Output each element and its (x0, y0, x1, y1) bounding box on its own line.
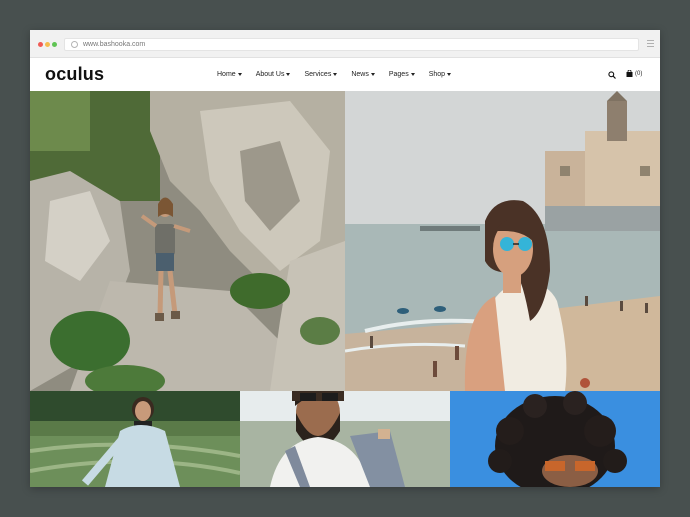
curly-hair-photo-image (450, 391, 660, 487)
browser-toolbar: www.bashooka.com (30, 30, 660, 58)
nav-label: Shop (428, 71, 446, 78)
maximize-window-dot[interactable] (52, 42, 57, 47)
site-info-icon (71, 41, 78, 48)
nav-label: Pages (388, 71, 409, 78)
nav-label: News (351, 71, 369, 78)
browser-window: www.bashooka.com oculus Home About Us Se… (30, 30, 660, 487)
caret-down-icon (410, 73, 415, 76)
nav-label: Services (304, 71, 332, 78)
main-nav: Home About Us Services News Pages Shop (217, 70, 465, 79)
beach-photo-image (345, 91, 660, 391)
nav-item-pages[interactable]: Pages (389, 70, 415, 79)
nav-item-services[interactable]: Services (304, 70, 338, 79)
url-text: www.bashooka.com (83, 41, 146, 48)
address-bar[interactable]: www.bashooka.com (64, 38, 639, 51)
minimize-window-dot[interactable] (45, 42, 50, 47)
cart-button[interactable]: (0) (626, 70, 642, 77)
photo-hiker[interactable] (30, 91, 345, 391)
nav-item-home[interactable]: Home (217, 70, 242, 79)
photo-curly-hair[interactable] (450, 391, 660, 487)
close-window-dot[interactable] (38, 42, 43, 47)
photo-field-woman[interactable] (30, 391, 240, 487)
man-photo-image (240, 391, 450, 487)
site-logo[interactable]: oculus (45, 64, 104, 84)
nav-item-about-us[interactable]: About Us (256, 70, 291, 79)
nav-label: Home (217, 71, 236, 78)
caret-down-icon (447, 73, 452, 76)
nav-label: About Us (255, 71, 285, 78)
nav-item-news[interactable]: News (351, 70, 375, 79)
browser-menu-icon[interactable] (647, 40, 654, 47)
nav-item-shop[interactable]: Shop (428, 70, 452, 79)
hiker-photo-image (30, 91, 345, 391)
caret-down-icon (237, 73, 242, 76)
photo-beach-portrait[interactable] (345, 91, 660, 391)
cart-count: (0) (635, 70, 643, 77)
search-icon[interactable] (608, 71, 616, 79)
caret-down-icon (333, 73, 338, 76)
photo-bearded-man[interactable] (240, 391, 450, 487)
caret-down-icon (286, 73, 291, 76)
caret-down-icon (370, 73, 375, 76)
field-photo-image (30, 391, 240, 487)
site-header: oculus Home About Us Services News Pages… (30, 58, 660, 91)
shopping-bag-icon (626, 70, 633, 77)
